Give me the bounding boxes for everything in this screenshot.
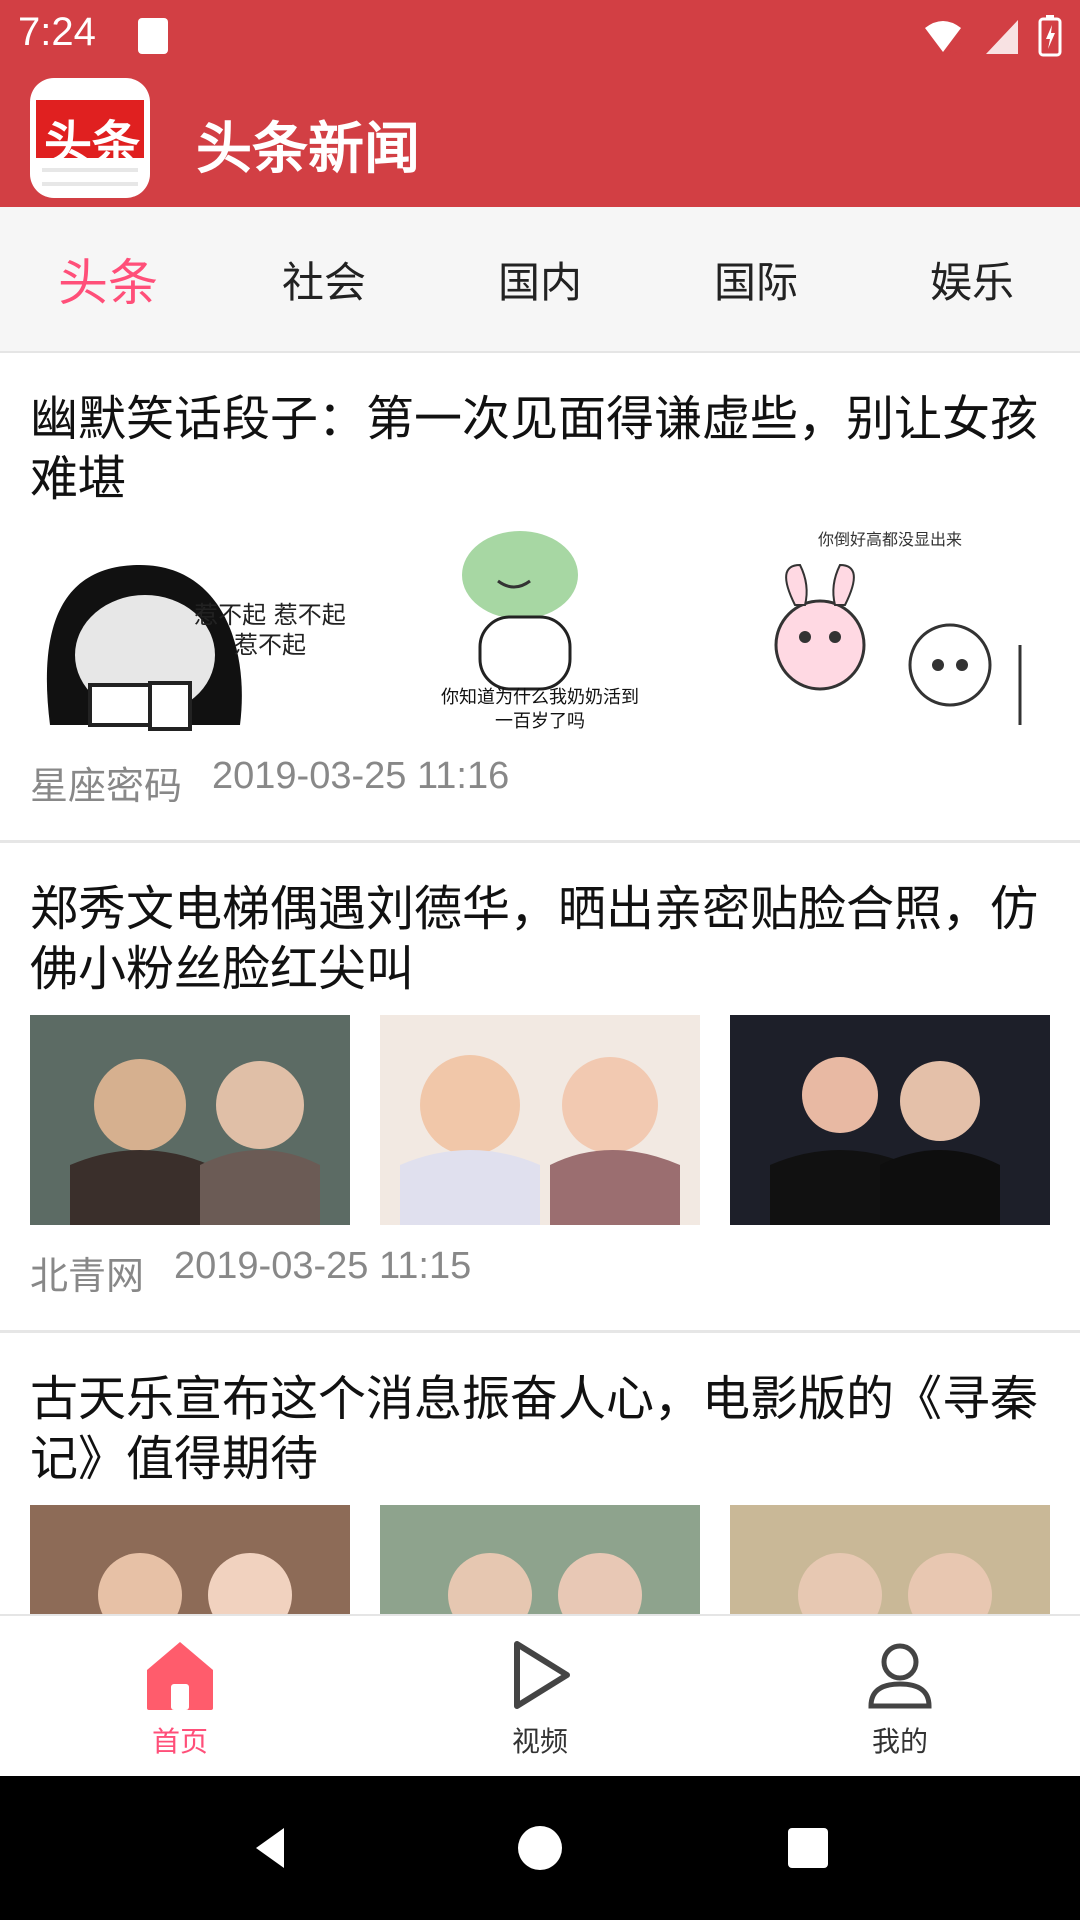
recents-button[interactable] [776, 1816, 840, 1880]
nav-profile-label: 我的 [871, 1725, 928, 1758]
battery-icon [1038, 15, 1062, 57]
home-button[interactable] [508, 1816, 572, 1880]
tab-headlines[interactable]: 头条 [0, 207, 216, 351]
status-time: 7:24 [18, 10, 96, 54]
category-tabs: 头条 社会 国内 国际 娱乐 [0, 207, 1080, 351]
app-title: 头条新闻 [196, 117, 420, 182]
svg-text:一百岁了吗: 一百岁了吗 [495, 711, 585, 732]
thumbnail-image[interactable]: 惹不起 惹不起 惹不起 [30, 525, 350, 735]
system-navigation [0, 1776, 1080, 1920]
news-feed[interactable]: 幽默笑话段子：第一次见面得谦虚些，别让女孩难堪 惹不起 惹不起 惹不起 你知道为… [0, 353, 1080, 1614]
thumbnail-image[interactable] [30, 1015, 350, 1225]
tab-society[interactable]: 社会 [216, 207, 432, 351]
nav-home[interactable]: 首页 [0, 1616, 360, 1778]
sd-card-icon [138, 18, 168, 54]
news-time: 2019-03-25 11:15 [174, 1245, 472, 1287]
app-logo: 头条 [30, 78, 150, 198]
thumbnail-image[interactable]: 你知道为什么我奶奶活到 一百岁了吗 [380, 525, 700, 735]
thumbnail-image[interactable] [380, 1015, 700, 1225]
status-bar: 7:24 [0, 0, 1080, 72]
news-item[interactable]: 古天乐宣布这个消息振奋人心，电影版的《寻秦记》值得期待 [0, 1333, 1080, 1614]
news-meta: 星座密码 2019-03-25 11:16 [30, 735, 1050, 840]
wifi-icon [925, 21, 963, 56]
news-source: 星座密码 [30, 764, 183, 808]
svg-text:惹不起: 惹不起 [234, 631, 306, 659]
thumbnail-row [30, 1505, 1050, 1614]
thumbnail-image[interactable] [730, 1015, 1050, 1225]
thumbnail-image[interactable] [730, 1505, 1050, 1614]
app-bar [0, 72, 1080, 207]
back-button[interactable] [240, 1816, 304, 1880]
thumbnail-image[interactable] [30, 1505, 350, 1614]
signal-icon [986, 20, 1018, 54]
news-item[interactable]: 幽默笑话段子：第一次见面得谦虚些，别让女孩难堪 惹不起 惹不起 惹不起 你知道为… [0, 353, 1080, 843]
news-time: 2019-03-25 11:16 [212, 755, 510, 797]
news-title[interactable]: 郑秀文电梯偶遇刘德华，晒出亲密贴脸合照，仿佛小粉丝脸红尖叫 [30, 843, 1050, 999]
news-meta: 北青网 2019-03-25 11:15 [30, 1225, 1050, 1330]
news-title[interactable]: 幽默笑话段子：第一次见面得谦虚些，别让女孩难堪 [30, 353, 1050, 509]
svg-text:你知道为什么我奶奶活到: 你知道为什么我奶奶活到 [441, 687, 639, 708]
news-item[interactable]: 郑秀文电梯偶遇刘德华，晒出亲密贴脸合照，仿佛小粉丝脸红尖叫 北青网 2019-0… [0, 843, 1080, 1333]
tab-domestic[interactable]: 国内 [432, 207, 648, 351]
nav-video-label: 视频 [511, 1725, 568, 1758]
tab-international[interactable]: 国际 [648, 207, 864, 351]
tab-entertainment[interactable]: 娱乐 [864, 207, 1080, 351]
news-title[interactable]: 古天乐宣布这个消息振奋人心，电影版的《寻秦记》值得期待 [30, 1333, 1050, 1489]
nav-profile[interactable]: 我的 [720, 1616, 1080, 1778]
profile-icon [868, 1643, 932, 1709]
thumbnail-image[interactable] [380, 1505, 700, 1614]
thumbnail-image[interactable]: 你倒好高都没显出来 [730, 525, 1050, 735]
thumbnail-row: 惹不起 惹不起 惹不起 你知道为什么我奶奶活到 一百岁了吗 你倒好高都没显出来 [30, 525, 1050, 735]
bottom-navigation: 首页 视频 我的 [0, 1614, 1080, 1778]
news-source: 北青网 [30, 1254, 145, 1298]
nav-home-label: 首页 [151, 1725, 208, 1758]
thumbnail-row [30, 1015, 1050, 1225]
logo-text: 头条 [44, 116, 141, 172]
svg-text:惹不起 惹不起: 惹不起 惹不起 [194, 601, 346, 629]
nav-video[interactable]: 视频 [360, 1616, 720, 1778]
svg-text:你倒好高都没显出来: 你倒好高都没显出来 [818, 530, 962, 549]
home-icon [147, 1642, 213, 1710]
play-icon [514, 1641, 570, 1709]
